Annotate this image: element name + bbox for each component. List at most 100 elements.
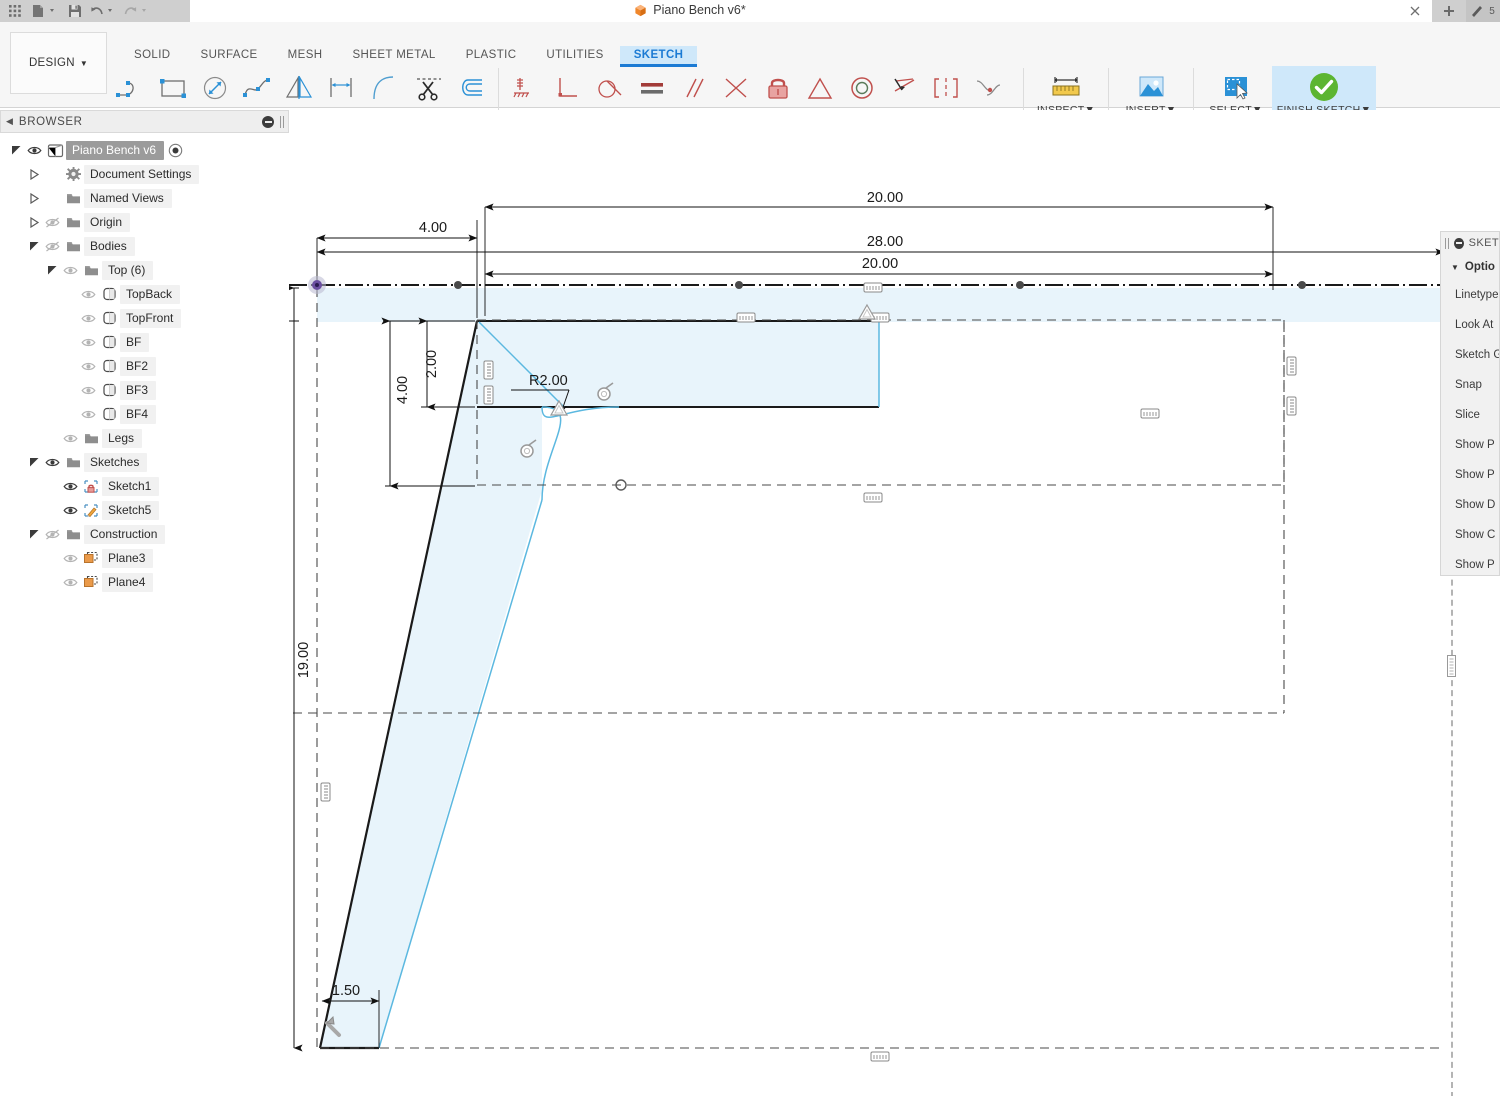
dimension-width-28[interactable]: 28.00 (316, 234, 1445, 256)
visibility-eye-icon[interactable] (42, 216, 62, 229)
concentric-icon[interactable] (841, 67, 883, 109)
horizontal-constraint-icon[interactable] (1140, 408, 1160, 419)
app-grid-icon[interactable] (2, 0, 28, 22)
vertical-constraint-icon[interactable] (483, 385, 494, 405)
tree-expander[interactable] (26, 529, 42, 540)
horizontal-constraint-icon[interactable] (863, 282, 883, 293)
palette-row-show-p[interactable]: Show P (1441, 460, 1499, 490)
palette-row-show-c[interactable]: Show C (1441, 520, 1499, 550)
palette-row-show-p[interactable]: Show P (1441, 430, 1499, 460)
tree-item-sketch1[interactable]: Sketch1 (0, 474, 289, 498)
palette-row-sketch-g[interactable]: Sketch G (1441, 340, 1499, 370)
undo-icon[interactable] (88, 0, 122, 22)
fix-ground-icon[interactable] (505, 67, 547, 109)
parallel-icon[interactable] (673, 67, 715, 109)
horizontal-constraint-icon[interactable] (736, 312, 756, 323)
dimension-height-19[interactable]: 19.00 (289, 284, 312, 1052)
curvature-icon[interactable] (967, 67, 1009, 109)
palette-resize-handle[interactable] (1447, 655, 1456, 677)
tab-sheet-metal[interactable]: SHEET METAL (338, 46, 449, 64)
tree-item-topfront[interactable]: TopFront (0, 306, 289, 330)
sketch-canvas[interactable]: 20.00 28.00 20.00 4.00 2.00 4.00 19.00 1… (289, 110, 1500, 1096)
new-tab-button[interactable] (1432, 0, 1466, 22)
tree-expander[interactable] (26, 216, 42, 228)
visibility-eye-icon[interactable] (78, 408, 98, 421)
palette-row-look-at[interactable]: Look At (1441, 310, 1499, 340)
visibility-eye-icon[interactable] (78, 384, 98, 397)
visibility-eye-icon[interactable] (60, 552, 80, 565)
tab-sketch[interactable]: SKETCH (619, 46, 698, 67)
visibility-eye-icon[interactable] (78, 360, 98, 373)
visibility-eye-icon[interactable] (78, 288, 98, 301)
tree-expander[interactable] (26, 241, 42, 252)
palette-row-snap[interactable]: Snap (1441, 370, 1499, 400)
tree-item-bf2[interactable]: BF2 (0, 354, 289, 378)
tree-item-sketches[interactable]: Sketches (0, 450, 289, 474)
visibility-eye-icon[interactable] (60, 432, 80, 445)
horizontal-constraint-icon[interactable] (870, 1051, 890, 1062)
tree-item-legs[interactable]: Legs (0, 426, 289, 450)
browser-resize-grip[interactable] (280, 115, 284, 128)
horizontal-constraint-icon[interactable] (863, 492, 883, 503)
rectangle-icon[interactable] (152, 67, 194, 109)
trim-scissors-icon[interactable] (408, 67, 450, 109)
circle-diameter-icon[interactable] (194, 67, 236, 109)
tab-mesh[interactable]: MESH (274, 46, 337, 64)
midpoint-icon[interactable] (799, 67, 841, 109)
visibility-eye-icon[interactable] (24, 144, 44, 157)
tree-item-origin[interactable]: Origin (0, 210, 289, 234)
mirror-icon[interactable] (278, 67, 320, 109)
sketch-origin-point[interactable] (308, 276, 326, 294)
tree-item-bodies[interactable]: Bodies (0, 234, 289, 258)
tree-item-topback[interactable]: TopBack (0, 282, 289, 306)
palette-row-show-p[interactable]: Show P (1441, 550, 1499, 575)
tab-surface[interactable]: SURFACE (187, 46, 272, 64)
visibility-eye-icon[interactable] (42, 240, 62, 253)
user-account-button[interactable]: 5 (1466, 0, 1500, 22)
visibility-eye-icon[interactable] (42, 528, 62, 541)
lock-icon[interactable] (757, 67, 799, 109)
tree-item-bf3[interactable]: BF3 (0, 378, 289, 402)
tangent-icon[interactable] (589, 67, 631, 109)
collinear-icon[interactable] (883, 67, 925, 109)
tree-item-sketch5[interactable]: Sketch5 (0, 498, 289, 522)
arc-icon[interactable] (362, 67, 404, 109)
save-icon[interactable] (62, 0, 88, 22)
close-tab-button[interactable] (1398, 0, 1432, 22)
visibility-eye-icon[interactable] (60, 576, 80, 589)
tree-item-top-6[interactable]: Top (6) (0, 258, 289, 282)
spline-icon[interactable] (236, 67, 278, 109)
minus-circle-icon[interactable] (1453, 237, 1464, 249)
tab-utilities[interactable]: UTILITIES (532, 46, 617, 64)
tree-item-named-views[interactable]: Named Views (0, 186, 289, 210)
palette-section-options[interactable]: ▼ Optio (1441, 254, 1499, 280)
vertical-constraint-icon[interactable] (320, 782, 331, 802)
tree-item-document-settings[interactable]: Document Settings (0, 162, 289, 186)
tree-item-plane4[interactable]: Plane4 (0, 570, 289, 594)
tree-expander[interactable] (26, 457, 42, 468)
collapse-arrow-icon[interactable]: ◀ (6, 116, 13, 127)
workspace-switcher-button[interactable]: DESIGN ▼ (10, 32, 107, 94)
tree-item-bf4[interactable]: BF4 (0, 402, 289, 426)
palette-row-linetype[interactable]: Linetype (1441, 280, 1499, 310)
vertical-constraint-icon[interactable] (1286, 356, 1297, 376)
offset-icon[interactable] (450, 67, 492, 109)
palette-drag-grip[interactable] (1445, 237, 1449, 249)
visibility-eye-icon[interactable] (60, 480, 80, 493)
visibility-eye-icon[interactable] (60, 264, 80, 277)
tree-expander[interactable] (44, 265, 60, 276)
tree-item-plane3[interactable]: Plane3 (0, 546, 289, 570)
tree-expander[interactable] (26, 192, 42, 204)
tree-item-bf[interactable]: BF (0, 330, 289, 354)
line-icon[interactable] (110, 67, 152, 109)
palette-row-slice[interactable]: Slice (1441, 400, 1499, 430)
equal-icon[interactable] (631, 67, 673, 109)
tab-solid[interactable]: SOLID (120, 46, 185, 64)
visibility-eye-icon[interactable] (78, 336, 98, 349)
new-file-icon[interactable] (28, 0, 62, 22)
dimension-width-20[interactable]: 20.00 (484, 256, 1274, 278)
visibility-eye-icon[interactable] (60, 504, 80, 517)
tab-plastic[interactable]: PLASTIC (452, 46, 531, 64)
vertical-constraint-icon[interactable] (1286, 396, 1297, 416)
tree-item-piano-bench-v6[interactable]: Piano Bench v6 (0, 138, 289, 162)
